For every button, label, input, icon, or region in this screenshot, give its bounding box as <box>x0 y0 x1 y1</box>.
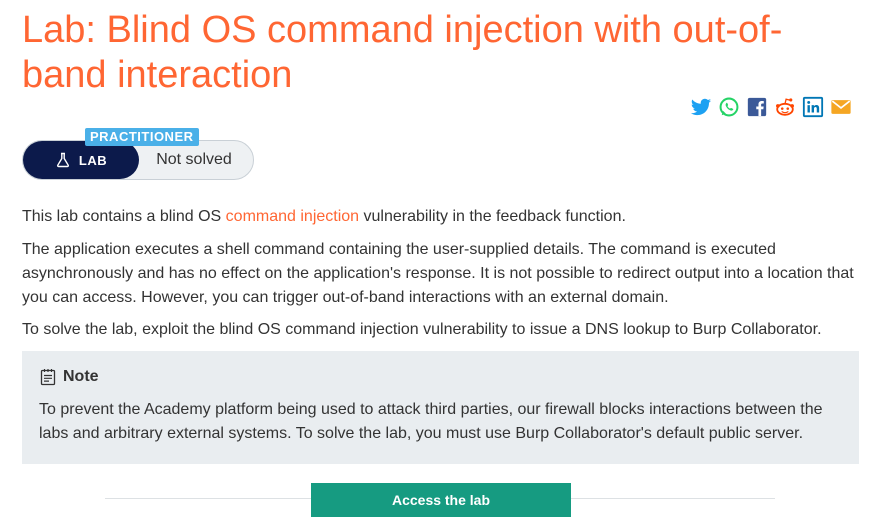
description-text: vulnerability in the feedback function. <box>359 208 626 225</box>
note-title: Note <box>63 368 99 385</box>
note-icon <box>40 369 56 386</box>
reddit-icon[interactable] <box>774 96 796 118</box>
lab-label: LAB <box>23 141 139 179</box>
flask-icon <box>56 152 69 168</box>
note-header: Note <box>39 368 99 386</box>
lab-level-status: PRACTITIONER LAB Not solved <box>22 128 254 180</box>
lab-status: Not solved <box>156 151 232 168</box>
whatsapp-icon[interactable] <box>718 96 740 118</box>
share-bar <box>690 96 858 118</box>
description-text: This lab contains a blind OS <box>22 208 226 225</box>
lab-label-text: LAB <box>78 152 108 168</box>
level-badge: PRACTITIONER <box>85 128 199 146</box>
page-title: Lab: Blind OS command injection with out… <box>22 9 783 96</box>
lab-status-pill: LAB Not solved <box>22 140 254 180</box>
description-paragraph-1: This lab contains a blind OS command inj… <box>22 205 857 229</box>
email-icon[interactable] <box>830 96 852 118</box>
linkedin-icon[interactable] <box>802 96 824 118</box>
access-lab-button[interactable]: Access the lab <box>311 483 571 517</box>
facebook-icon[interactable] <box>746 96 768 118</box>
twitter-icon[interactable] <box>690 96 712 118</box>
note-body: To prevent the Academy platform being us… <box>39 401 823 442</box>
description-paragraph-3: To solve the lab, exploit the blind OS c… <box>22 321 822 338</box>
command-injection-link[interactable]: command injection <box>226 208 359 225</box>
description-paragraph-2: The application executes a shell command… <box>22 241 854 306</box>
note-box: Note To prevent the Academy platform bei… <box>22 351 859 464</box>
